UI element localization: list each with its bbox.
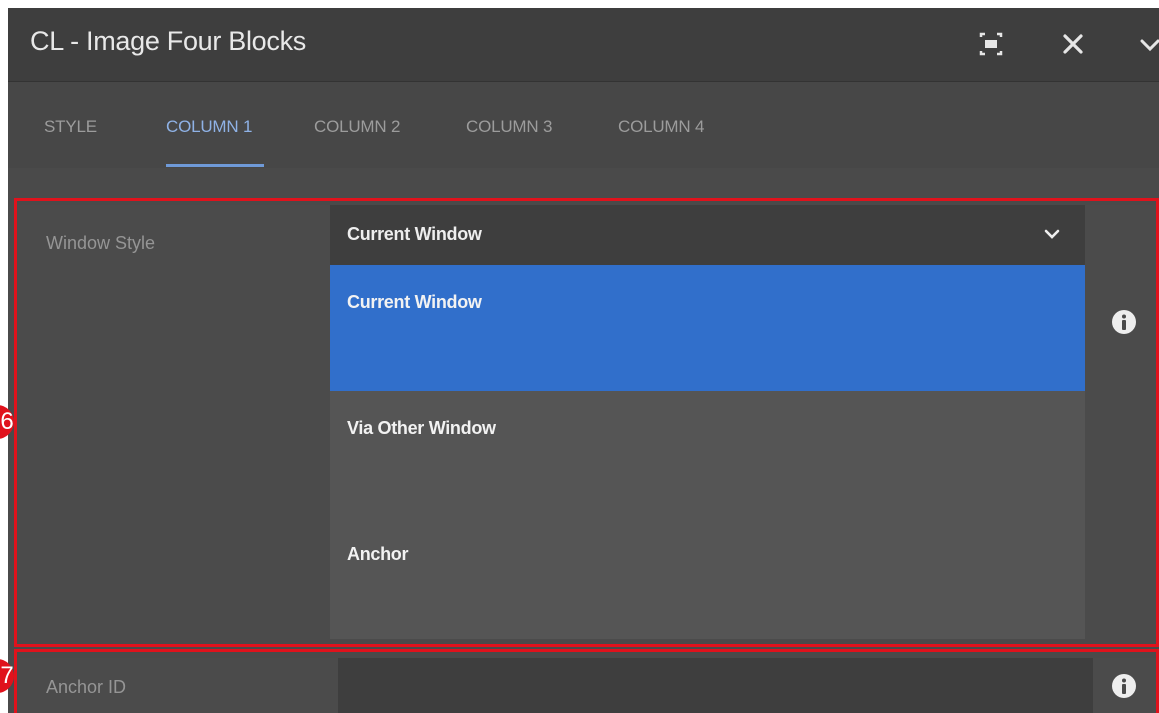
dialog-title-bar: CL - Image Four Blocks [8,8,1159,82]
step-number: 7 [0,662,14,689]
highlight-box-window-style [14,198,1159,647]
component-dialog: CL - Image Four Blocks STYLE COLUMN 1 CO… [8,8,1159,713]
step-badge-6: 6 [0,405,14,439]
highlight-box-anchor-id [14,649,1159,713]
fullscreen-icon[interactable] [973,26,1009,62]
close-icon[interactable] [1055,26,1091,62]
active-tab-indicator [166,164,264,167]
step-badge-7: 7 [0,659,14,693]
tab-column-1[interactable]: COLUMN 1 [166,117,252,137]
dialog-title: CL - Image Four Blocks [30,26,306,56]
tab-column-4[interactable]: COLUMN 4 [618,117,704,137]
tab-bar: STYLE COLUMN 1 COLUMN 2 COLUMN 3 COLUMN … [8,82,1159,169]
chevron-down-icon[interactable] [1132,26,1159,62]
tab-column-3[interactable]: COLUMN 3 [466,117,552,137]
tab-column-2[interactable]: COLUMN 2 [314,117,400,137]
column-settings-panel: SAMSUNG Window Style Current Window Curr… [8,168,1159,713]
step-number: 6 [0,408,14,435]
tab-style[interactable]: STYLE [44,117,97,137]
